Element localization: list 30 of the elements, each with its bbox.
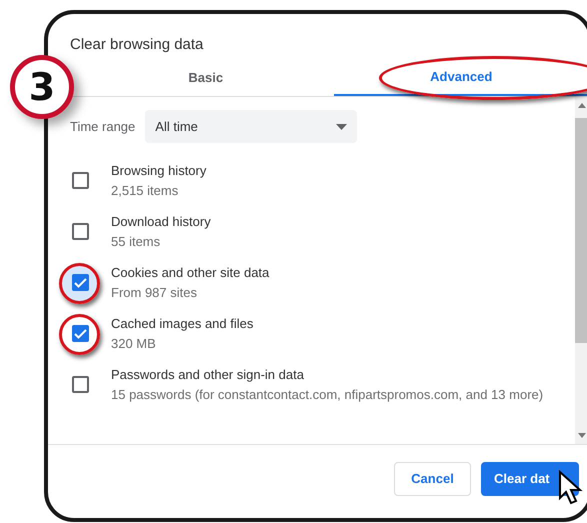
checkbox[interactable] — [72, 274, 89, 291]
item-label: Cached images and files — [111, 314, 254, 333]
item-label: Cookies and other site data — [111, 264, 270, 282]
checkbox[interactable] — [72, 325, 89, 342]
scroll-down-icon[interactable] — [578, 433, 586, 438]
checkbox[interactable] — [72, 172, 89, 189]
checkbox[interactable] — [72, 223, 89, 240]
time-range-dropdown[interactable]: All time — [145, 110, 358, 143]
scroll-up-icon[interactable] — [578, 103, 586, 108]
step-badge: 3 — [10, 55, 74, 119]
cancel-button[interactable]: Cancel — [394, 462, 471, 496]
item-detail: From 987 sites — [111, 284, 198, 302]
item-detail: 320 MB — [111, 334, 157, 352]
dropdown-arrow-icon — [336, 124, 348, 130]
dialog-title: Clear browsing data — [69, 35, 204, 55]
tab[interactable]: Basic — [78, 60, 334, 96]
checkmark-icon — [74, 328, 87, 338]
item-label: Passwords and other sign-in data — [111, 366, 305, 384]
item-detail: 15 passwords (for constantcontact.com, nfipartspromos.com, and 13 more) — [111, 386, 544, 404]
scrollbar-thumb[interactable] — [575, 118, 587, 343]
item-detail: 2,515 items — [111, 182, 180, 200]
scrollbar[interactable] — [575, 97, 587, 444]
item-detail: 55 items — [111, 232, 162, 250]
item-label: Download history — [111, 212, 211, 231]
checkmark-icon — [74, 278, 87, 288]
mouse-cursor-icon — [558, 470, 584, 506]
item-label: Browsing history — [111, 162, 206, 180]
tab[interactable]: Advanced — [334, 60, 587, 96]
time-range-label: Time range — [70, 118, 136, 136]
checkbox[interactable] — [72, 376, 89, 393]
